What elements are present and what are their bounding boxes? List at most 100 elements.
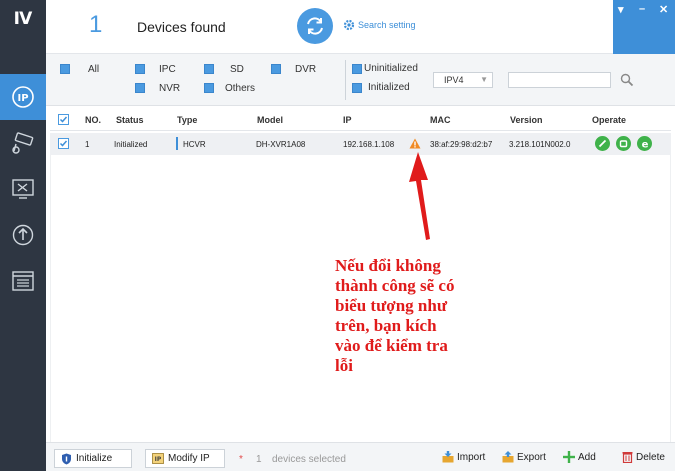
select-all-checkbox[interactable] <box>58 114 69 125</box>
svg-text:IP: IP <box>17 93 28 104</box>
modify-ip-icon: IP <box>152 453 164 464</box>
cell-type: HCVR <box>183 140 206 149</box>
svg-text:e: e <box>641 139 648 149</box>
import-button[interactable]: Import <box>442 451 485 463</box>
filter-uninitialized-label: Uninitialized <box>364 63 418 74</box>
cell-mac: 38:af:29:98:d2:b7 <box>430 140 493 149</box>
check-icon <box>59 140 68 147</box>
table-row[interactable]: 1 Initialized HCVR DH-XVR1A08 192.168.1.… <box>50 133 671 155</box>
filter-bar: All IPC SD DVR NVR Others Uninitialized … <box>46 54 675 106</box>
selected-label: devices selected <box>272 454 346 465</box>
modify-ip-label: Modify IP <box>168 453 210 464</box>
column-header-operate: Operate <box>592 115 627 125</box>
search-setting-label: Search setting <box>358 20 416 30</box>
annotation-line: lỗi <box>335 356 353 375</box>
row-checkbox[interactable] <box>58 138 69 149</box>
cell-version: 3.218.101N002.0 <box>509 140 571 149</box>
filter-initialized-checkbox[interactable] <box>352 83 362 93</box>
cell-model: DH-XVR1A08 <box>256 140 306 149</box>
left-sidebar: Ⅳ IP <box>0 0 46 471</box>
web-button[interactable] <box>616 136 631 151</box>
column-header-ip: IP <box>343 115 352 125</box>
ip-version-select[interactable]: IPV4 ▼ <box>433 72 493 88</box>
filter-initialized-label: Initialized <box>368 82 410 93</box>
e-icon: e <box>641 139 648 149</box>
delete-label: Delete <box>636 451 665 463</box>
edit-icon <box>598 139 607 148</box>
ie-button[interactable]: e <box>637 136 652 151</box>
close-icon[interactable]: ✕ <box>659 3 668 16</box>
filter-all-checkbox[interactable] <box>60 64 70 74</box>
add-icon <box>563 451 575 463</box>
annotation-line: Nếu đổi không <box>335 256 441 275</box>
selected-count: 1 <box>256 454 262 465</box>
cell-status: Initialized <box>114 140 148 149</box>
filter-dvr-label: DVR <box>295 64 317 75</box>
ip-version-value: IPV4 <box>444 75 464 85</box>
page-title: Devices found <box>137 19 226 35</box>
annotation-line: thành công sẽ có <box>335 276 455 295</box>
annotation-text: Nếu đổi không thành công sẽ có biểu tượn… <box>335 256 505 376</box>
filter-nvr-label: NVR <box>159 83 181 94</box>
initialize-label: Initialize <box>76 453 113 464</box>
filter-uninitialized-checkbox[interactable] <box>352 64 362 74</box>
filter-ipc-checkbox[interactable] <box>135 64 145 74</box>
filter-others-checkbox[interactable] <box>204 83 214 93</box>
add-button[interactable]: Add <box>563 451 596 463</box>
search-input[interactable] <box>508 72 611 88</box>
chevron-down-icon: ▼ <box>480 75 488 84</box>
import-icon <box>442 451 454 463</box>
filter-all-label: All <box>88 64 100 75</box>
divider <box>345 60 346 100</box>
filter-sd-checkbox[interactable] <box>204 64 214 74</box>
system-tools-nav-button[interactable] <box>0 166 46 212</box>
delete-button[interactable]: Delete <box>622 451 665 463</box>
modify-ip-button[interactable]: IP Modify IP <box>145 449 225 468</box>
column-header-version: Version <box>510 115 543 125</box>
header: 1 Devices found Search setting ▾ – ✕ <box>46 0 675 54</box>
upgrade-nav-button[interactable] <box>0 212 46 258</box>
list-icon <box>12 271 34 291</box>
export-icon <box>502 451 514 463</box>
edit-button[interactable] <box>595 136 610 151</box>
search-icon[interactable] <box>620 73 634 87</box>
device-count: 1 <box>89 11 103 38</box>
warning-icon[interactable] <box>409 138 421 149</box>
export-label: Export <box>517 451 546 463</box>
column-header-mac: MAC <box>430 115 451 125</box>
search-setting-link[interactable]: Search setting <box>343 19 416 31</box>
cell-ip: 192.168.1.108 <box>343 140 395 149</box>
delete-icon <box>622 452 633 463</box>
filter-nvr-checkbox[interactable] <box>135 83 145 93</box>
column-header-type: Type <box>177 115 198 125</box>
ip-tool-nav-button[interactable]: IP <box>0 74 46 120</box>
window-controls: ▾ – ✕ <box>613 0 675 54</box>
initialize-button[interactable]: Initialize <box>54 449 132 468</box>
annotation-line: biểu tượng như <box>335 296 448 315</box>
minimize-icon[interactable]: – <box>639 3 645 15</box>
filter-ipc-label: IPC <box>159 64 176 75</box>
camera-config-nav-button[interactable] <box>0 120 46 166</box>
cell-no: 1 <box>85 140 90 149</box>
annotation-line: trên, bạn kích <box>335 316 437 335</box>
tools-icon <box>12 179 34 199</box>
upgrade-icon <box>12 224 34 246</box>
export-button[interactable]: Export <box>502 451 546 463</box>
filter-dvr-checkbox[interactable] <box>271 64 281 74</box>
camera-icon <box>12 132 34 154</box>
filter-others-label: Others <box>225 83 256 94</box>
refresh-icon <box>307 17 323 35</box>
footer-toolbar: Initialize IP Modify IP * 1 devices sele… <box>46 442 675 471</box>
check-icon <box>59 116 68 123</box>
type-indicator <box>176 137 178 150</box>
refresh-button[interactable] <box>297 8 333 44</box>
annotation-line: vào để kiểm tra <box>335 336 448 355</box>
web-icon <box>619 140 628 148</box>
svg-text:IP: IP <box>155 456 162 463</box>
column-header-no: NO. <box>85 115 102 125</box>
ip-icon: IP <box>12 86 34 108</box>
menu-icon[interactable]: ▾ <box>618 3 624 16</box>
gear-icon <box>343 19 355 31</box>
table-header: NO. Status Type Model IP MAC Version Ope… <box>50 109 671 131</box>
device-list-nav-button[interactable] <box>0 258 46 304</box>
